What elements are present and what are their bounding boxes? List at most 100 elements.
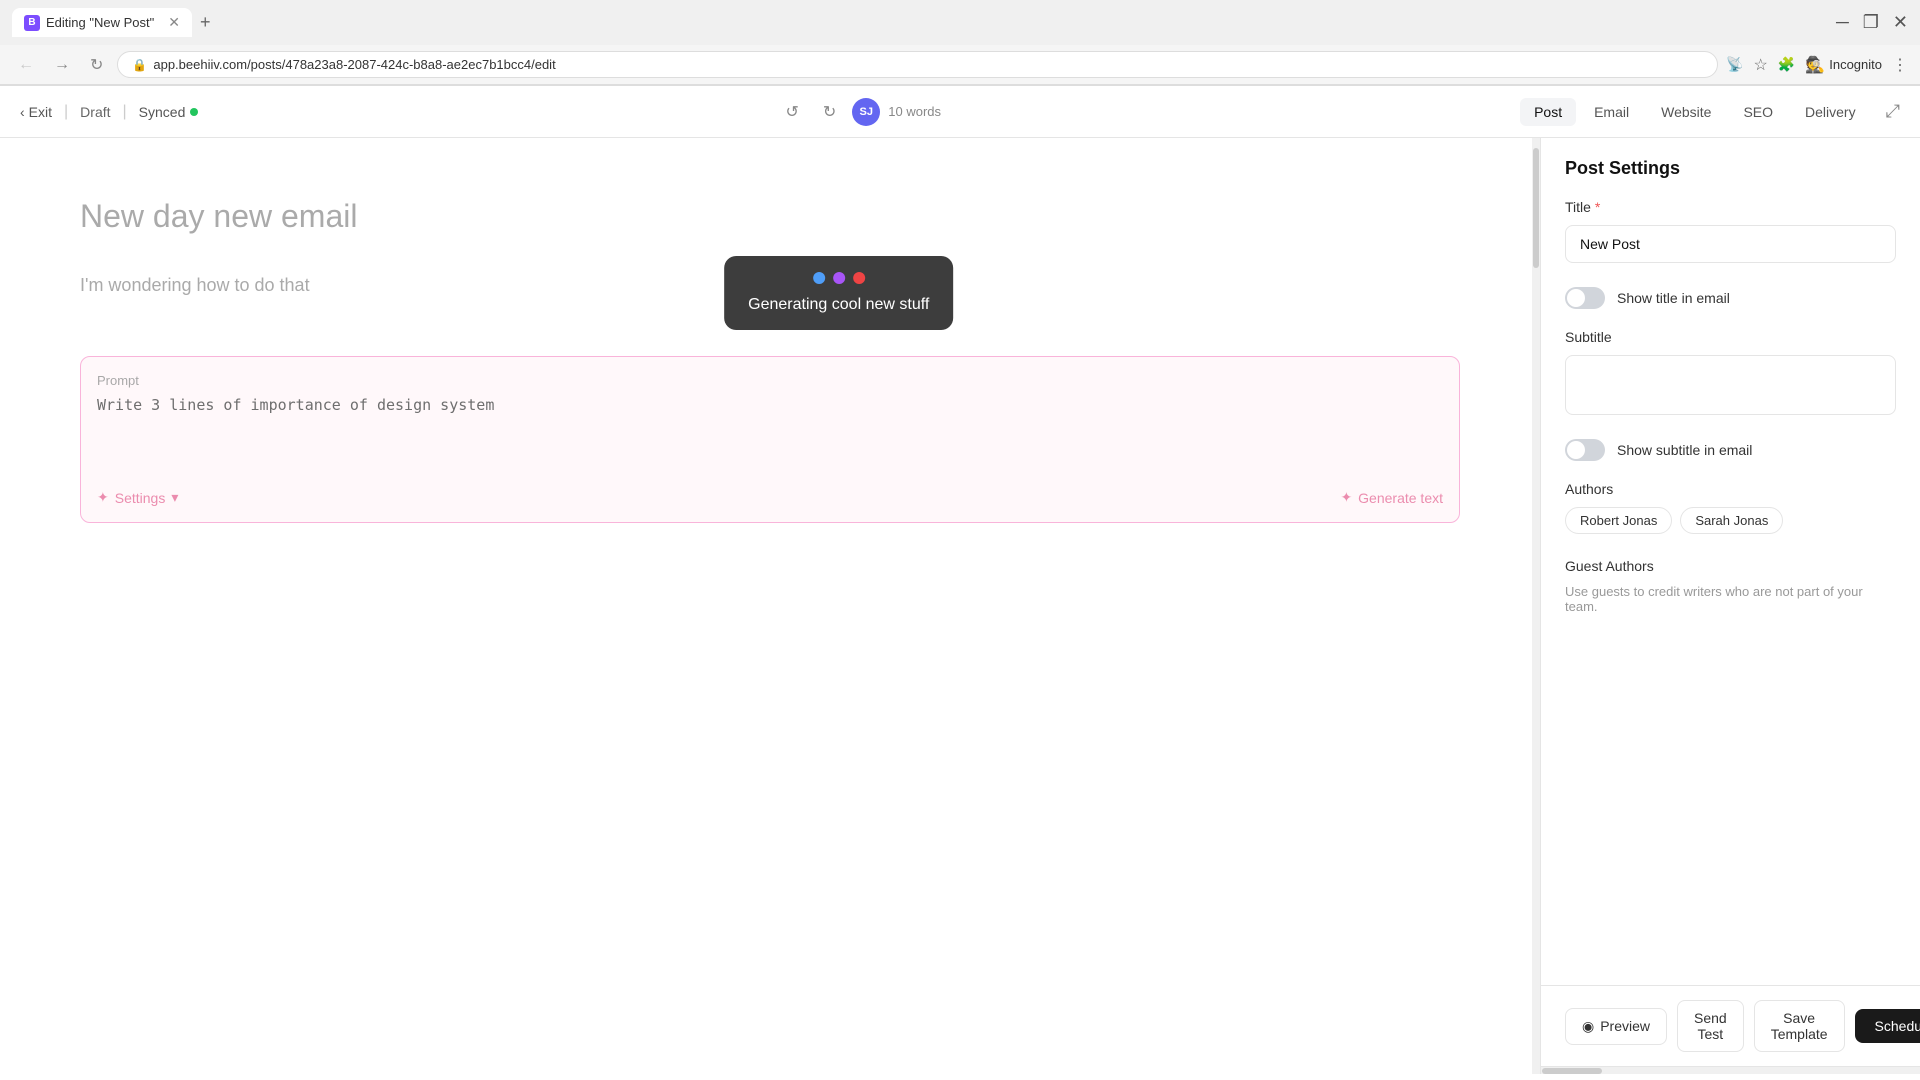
editor-scrollbar-thumb[interactable] <box>1533 148 1539 268</box>
toolbar-separator: | <box>64 103 68 121</box>
cast-icon[interactable]: 📡 <box>1726 56 1743 73</box>
browser-chrome: B Editing "New Post" ✕ + ─ ❐ ✕ ← → ↻ 🔒 a… <box>0 0 1920 86</box>
guest-authors-label: Guest Authors <box>1565 558 1896 574</box>
panel-scrollbar-thumb[interactable] <box>1542 1068 1602 1074</box>
save-template-label: Save Template <box>1771 1010 1828 1042</box>
author-tag-0[interactable]: Robert Jonas <box>1565 507 1672 534</box>
new-tab-button[interactable]: + <box>200 12 211 33</box>
show-title-toggle[interactable] <box>1565 287 1605 309</box>
back-button[interactable]: ← <box>12 54 40 76</box>
browser-titlebar: B Editing "New Post" ✕ + ─ ❐ ✕ <box>0 0 1920 45</box>
app-container: ‹ Exit | Draft | Synced ↺ ↻ SJ 10 words … <box>0 86 1920 1074</box>
ai-settings-label: Settings <box>115 490 166 506</box>
tab-email[interactable]: Email <box>1580 98 1643 126</box>
show-title-toggle-row: Show title in email <box>1565 287 1896 309</box>
address-bar[interactable]: 🔒 app.beehiiv.com/posts/478a23a8-2087-42… <box>117 51 1718 78</box>
show-subtitle-label: Show subtitle in email <box>1617 442 1752 458</box>
bookmark-icon[interactable]: ☆ <box>1754 55 1768 75</box>
ai-generating-text: Generating cool new stuff <box>748 296 929 314</box>
preview-button[interactable]: ◉ Preview <box>1565 1008 1667 1045</box>
show-subtitle-toggle[interactable] <box>1565 439 1605 461</box>
toolbar-left: ‹ Exit | Draft | Synced <box>20 103 198 121</box>
preview-label: Preview <box>1600 1018 1650 1034</box>
subtitle-label: Subtitle <box>1565 329 1896 345</box>
send-test-label: Send Test <box>1694 1010 1727 1042</box>
lock-icon: 🔒 <box>132 58 147 72</box>
app-toolbar: ‹ Exit | Draft | Synced ↺ ↻ SJ 10 words … <box>0 86 1920 138</box>
toolbar-separator2: | <box>123 103 127 121</box>
tab-seo[interactable]: SEO <box>1729 98 1787 126</box>
synced-badge: Synced <box>139 104 199 120</box>
guest-authors-section: Guest Authors Use guests to credit write… <box>1565 558 1896 614</box>
browser-tab[interactable]: B Editing "New Post" ✕ <box>12 8 192 37</box>
title-required: * <box>1595 199 1600 215</box>
tab-title: Editing "New Post" <box>46 15 154 30</box>
author-tag-1[interactable]: Sarah Jonas <box>1680 507 1783 534</box>
authors-section: Authors Robert Jonas Sarah Jonas <box>1565 481 1896 534</box>
title-label: Title * <box>1565 199 1896 215</box>
save-template-button[interactable]: Save Template <box>1754 1000 1845 1052</box>
ai-dots <box>813 272 865 284</box>
minimize-button[interactable]: ─ <box>1836 12 1849 33</box>
editor-scrollbar[interactable] <box>1532 138 1540 1074</box>
word-count: 10 words <box>888 104 941 119</box>
eye-icon: ◉ <box>1582 1018 1594 1035</box>
send-test-button[interactable]: Send Test <box>1677 1000 1744 1052</box>
extension-icon[interactable]: 🧩 <box>1778 56 1795 73</box>
forward-button[interactable]: → <box>48 54 76 76</box>
browser-nav: ← → ↻ 🔒 app.beehiiv.com/posts/478a23a8-2… <box>0 45 1920 85</box>
authors-tags: Robert Jonas Sarah Jonas <box>1565 507 1896 534</box>
exit-button[interactable]: ‹ Exit <box>20 104 52 120</box>
ai-prompt-footer: ✦ Settings ▾ ✦ Generate text <box>97 489 1443 506</box>
ai-prompt-box: Prompt ✦ Settings ▾ ✦ Generate text <box>80 356 1460 523</box>
tab-post[interactable]: Post <box>1520 98 1576 126</box>
exit-label: Exit <box>29 104 52 120</box>
main-area: New day new email I'm wondering how to d… <box>0 138 1920 1074</box>
redo-button[interactable]: ↻ <box>815 98 844 126</box>
undo-button[interactable]: ↺ <box>777 98 806 126</box>
ai-dot-purple <box>833 272 845 284</box>
exit-arrow-icon: ‹ <box>20 104 25 120</box>
toolbar-tabs: Post Email Website SEO Delivery <box>1520 98 1870 126</box>
title-section: Title * <box>1565 199 1896 263</box>
generate-spark-icon: ✦ <box>1340 489 1352 506</box>
restore-button[interactable]: ❐ <box>1863 12 1879 33</box>
subtitle-section: Subtitle <box>1565 329 1896 415</box>
title-input[interactable] <box>1565 225 1896 263</box>
schedule-label: Schedule <box>1875 1018 1920 1034</box>
menu-button[interactable]: ⋮ <box>1892 55 1908 75</box>
tab-website[interactable]: Website <box>1647 98 1725 126</box>
right-panel: Post Settings Title * Show title in emai… <box>1540 138 1920 1074</box>
show-subtitle-toggle-row: Show subtitle in email <box>1565 439 1896 461</box>
show-title-label: Show title in email <box>1617 290 1730 306</box>
editor-area[interactable]: New day new email I'm wondering how to d… <box>0 138 1540 1074</box>
incognito-icon: 🕵 <box>1805 55 1825 75</box>
guest-description: Use guests to credit writers who are not… <box>1565 584 1896 614</box>
tab-close-button[interactable]: ✕ <box>168 14 180 31</box>
ai-overlay: Generating cool new stuff Prompt ✦ Setti… <box>80 356 1460 523</box>
ai-generate-button[interactable]: ✦ Generate text <box>1340 489 1443 506</box>
expand-button[interactable]: ⤢ <box>1886 101 1900 122</box>
incognito-badge: 🕵 Incognito <box>1805 55 1882 75</box>
panel-scrollbar[interactable] <box>1541 1066 1920 1074</box>
tab-delivery[interactable]: Delivery <box>1791 98 1870 126</box>
draft-badge[interactable]: Draft <box>80 104 110 120</box>
reload-button[interactable]: ↻ <box>84 53 109 77</box>
ai-prompt-input[interactable] <box>97 396 1443 476</box>
schedule-button[interactable]: Schedule <box>1855 1009 1920 1043</box>
close-window-button[interactable]: ✕ <box>1893 12 1908 33</box>
ai-generate-label: Generate text <box>1358 490 1443 506</box>
settings-spark-icon: ✦ <box>97 489 109 506</box>
synced-label: Synced <box>139 104 186 120</box>
ai-prompt-label: Prompt <box>97 373 1443 388</box>
nav-actions: 📡 ☆ 🧩 🕵 Incognito ⋮ <box>1726 55 1908 75</box>
author-avatar: SJ <box>852 98 880 126</box>
ai-settings-button[interactable]: ✦ Settings ▾ <box>97 489 178 506</box>
ai-dot-red <box>853 272 865 284</box>
toolbar-center: ↺ ↻ SJ 10 words <box>214 98 1504 126</box>
ai-generating-bubble: Generating cool new stuff <box>724 256 953 330</box>
subtitle-input[interactable] <box>1565 355 1896 415</box>
tab-favicon: B <box>24 15 40 31</box>
incognito-label: Incognito <box>1829 57 1882 72</box>
ai-dot-blue <box>813 272 825 284</box>
